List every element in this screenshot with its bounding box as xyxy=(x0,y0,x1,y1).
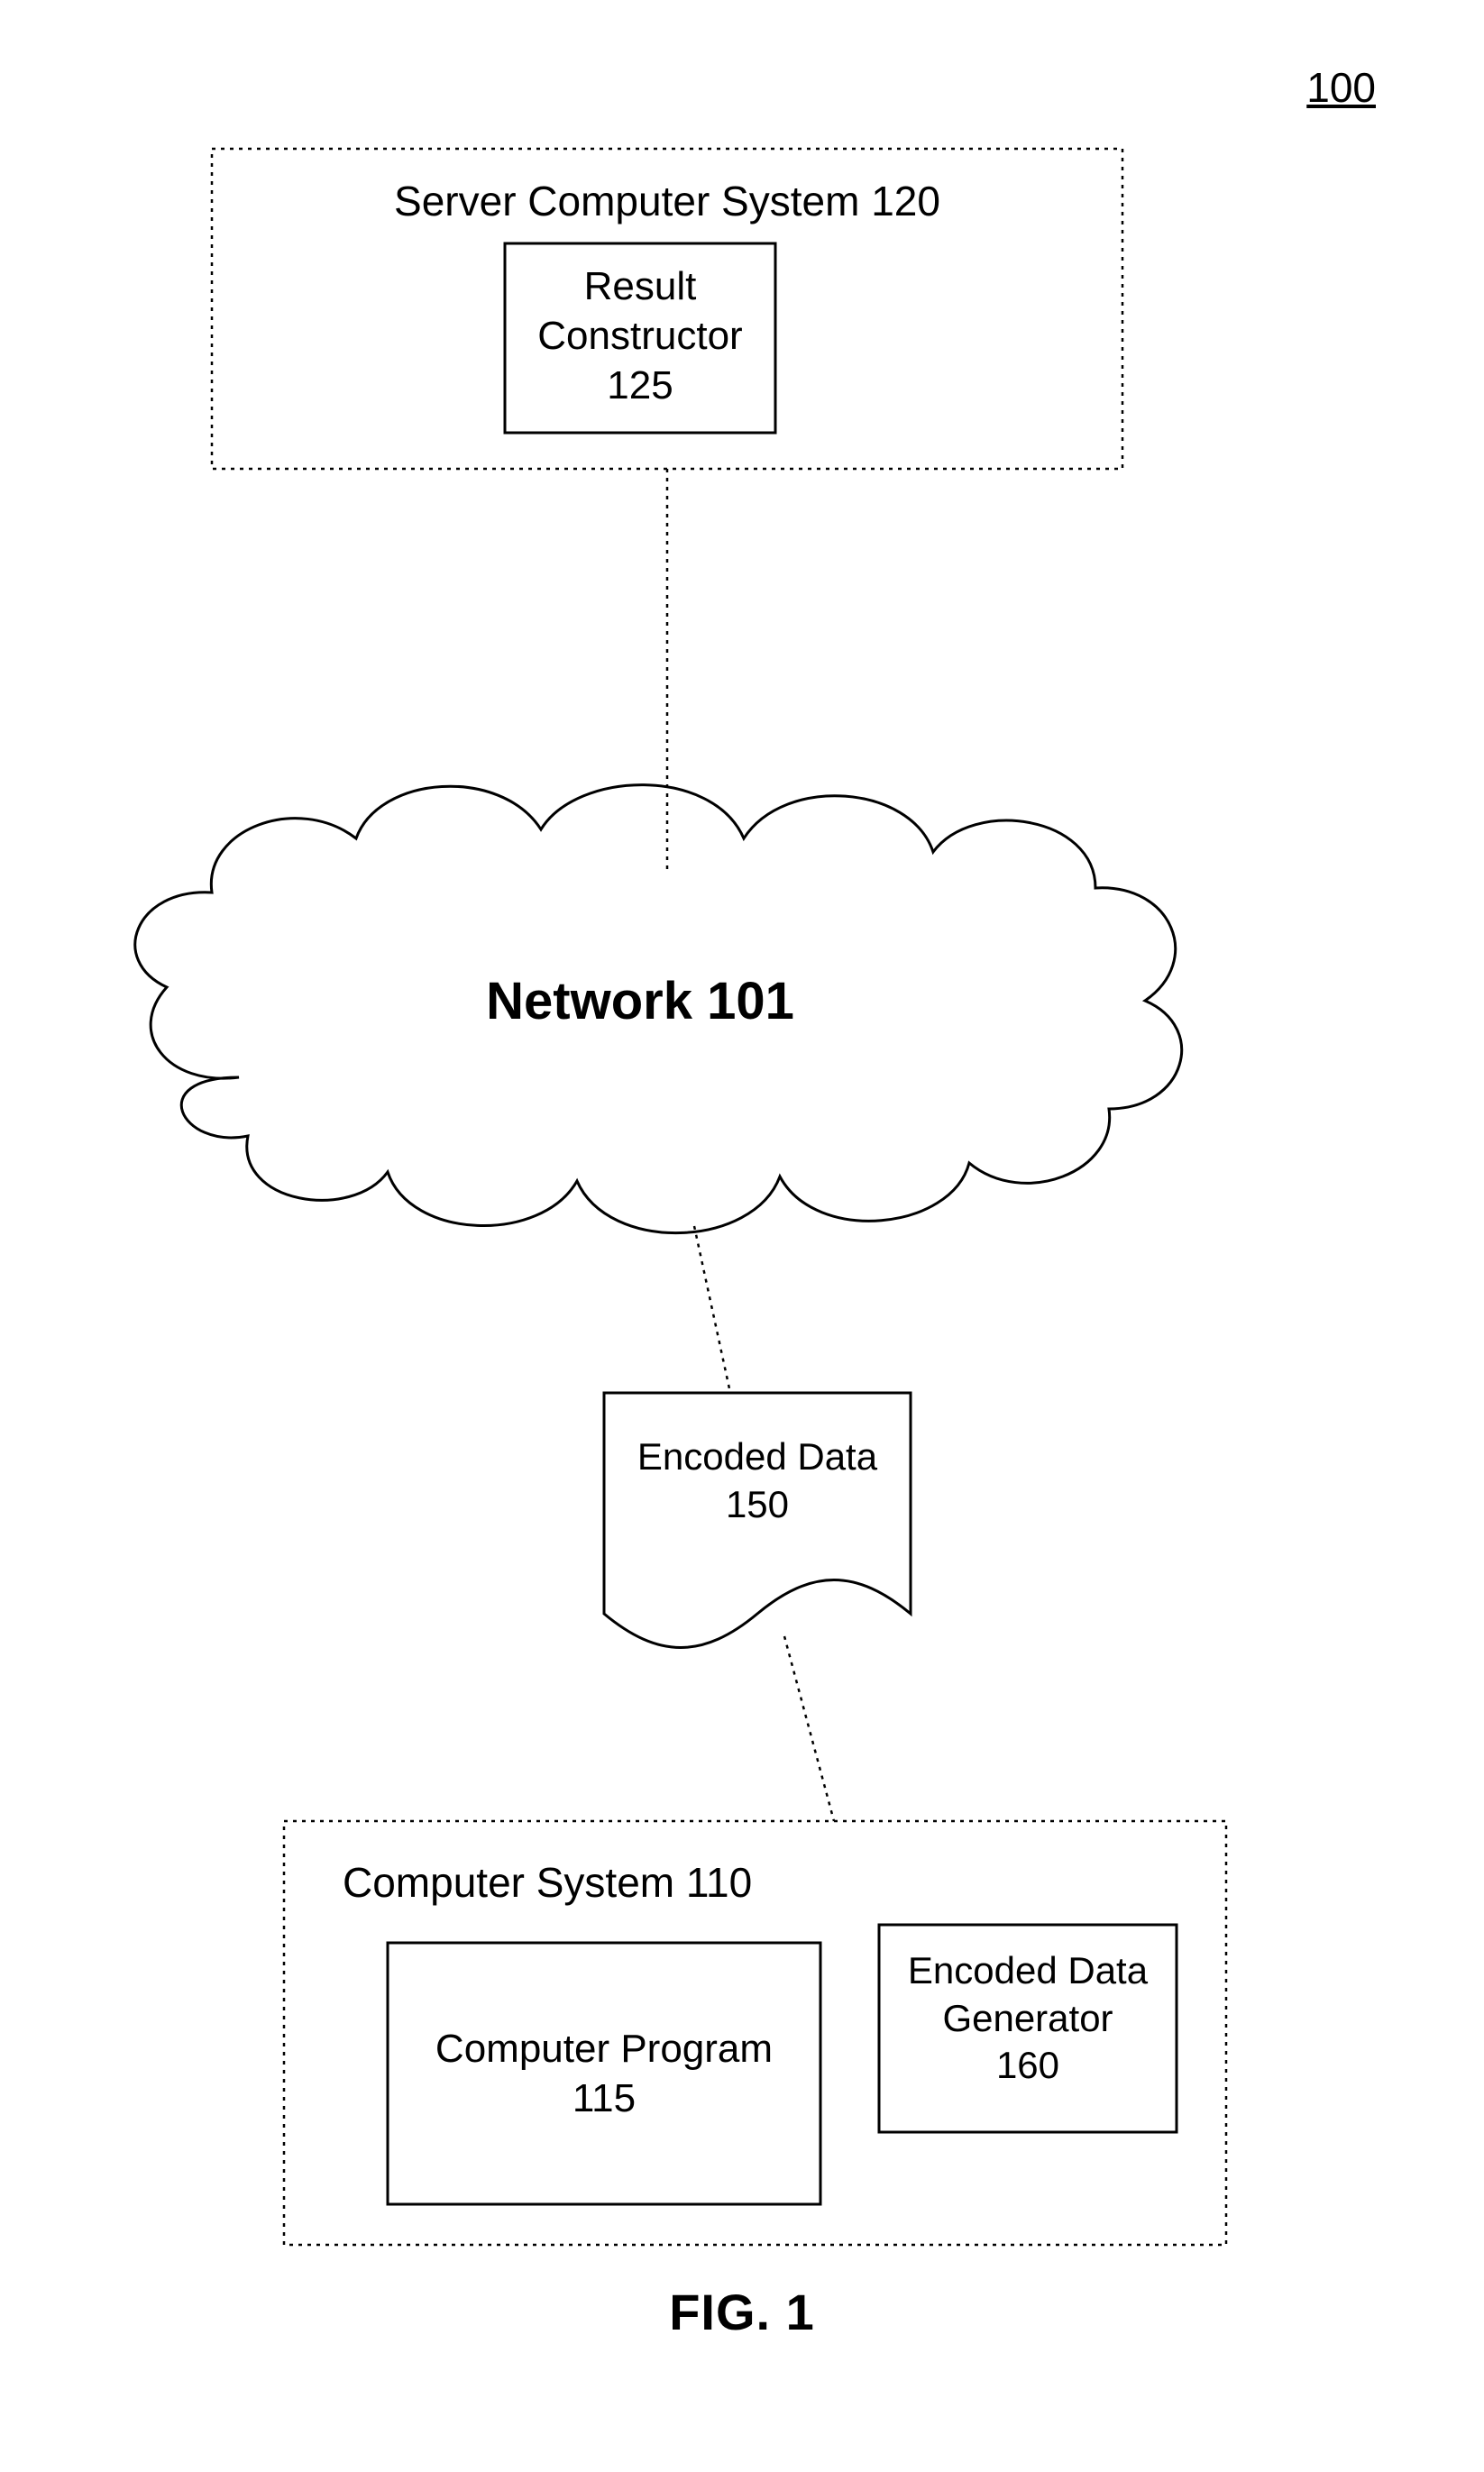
computer-program-line1: Computer Program xyxy=(388,2024,820,2074)
generator-line1: Encoded Data xyxy=(879,1947,1177,1995)
result-constructor-line3: 125 xyxy=(505,361,775,410)
encoded-data-label: Encoded Data 150 xyxy=(604,1433,911,1528)
computer-program-line2: 115 xyxy=(388,2074,820,2123)
encoded-data-generator-label: Encoded Data Generator 160 xyxy=(879,1947,1177,2090)
result-constructor-label: Result Constructor 125 xyxy=(505,261,775,410)
result-constructor-line1: Result xyxy=(505,261,775,311)
figure-reference-number: 100 xyxy=(1306,63,1376,112)
encoded-data-line1: Encoded Data xyxy=(604,1433,911,1481)
generator-line3: 160 xyxy=(879,2042,1177,2090)
diagram-page: 100 Server Computer System 120 Result Co… xyxy=(0,0,1484,2472)
encoded-data-line2: 150 xyxy=(604,1481,911,1529)
computer-program-label: Computer Program 115 xyxy=(388,2024,820,2123)
connector-encoded-data-to-client xyxy=(784,1636,834,1821)
client-title: Computer System 110 xyxy=(343,1857,974,1909)
connector-network-to-encoded-data xyxy=(694,1226,730,1393)
network-label: Network 101 xyxy=(388,969,893,1035)
generator-line2: Generator xyxy=(879,1995,1177,2043)
server-title: Server Computer System 120 xyxy=(212,176,1122,228)
result-constructor-line2: Constructor xyxy=(505,311,775,361)
figure-caption: FIG. 1 xyxy=(0,2283,1484,2341)
